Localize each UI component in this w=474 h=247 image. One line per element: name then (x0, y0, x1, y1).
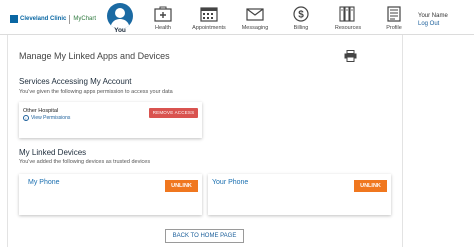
nav-you[interactable]: You (105, 3, 135, 35)
back-to-home-button[interactable]: BACK TO HOME PAGE (165, 229, 244, 243)
cleveland-clinic-logo-icon (10, 15, 18, 23)
service-name: Other Hospital (23, 108, 59, 114)
nav-appointments[interactable]: Appointments (187, 6, 231, 36)
health-icon (154, 6, 172, 22)
unlink-button[interactable]: UNLINK (165, 180, 198, 192)
profile-icon (387, 6, 401, 22)
calendar-icon (200, 7, 218, 22)
view-permissions-label: View Permissions (31, 115, 71, 121)
nav-messaging[interactable]: Messaging (233, 6, 277, 36)
devices-section-title: My Linked Devices (19, 148, 87, 157)
device-card-your-phone: Your Phone UNLINK (208, 174, 391, 215)
svg-text:$: $ (298, 10, 304, 21)
nav-messaging-label: Messaging (241, 25, 269, 31)
books-icon (339, 6, 355, 22)
printer-icon (344, 50, 357, 62)
device-name: Your Phone (212, 179, 249, 186)
logo-brand-text: Cleveland Clinic (20, 16, 67, 22)
nav-health[interactable]: Health (141, 6, 185, 36)
page-left-border (7, 35, 8, 247)
dollar-icon: $ (293, 6, 309, 22)
service-card: Other Hospital i View Permissions REMOVE… (19, 102, 202, 138)
nav-health-label: Health (155, 25, 171, 31)
print-button[interactable] (344, 49, 357, 67)
services-section-title: Services Accessing My Account (19, 77, 132, 86)
nav-you-label: You (114, 27, 126, 34)
user-menu: Your Name Log Out (418, 12, 448, 28)
top-navigation-bar: Cleveland Clinic MyChart You Health Appo… (0, 0, 474, 34)
envelope-icon (246, 8, 264, 21)
nav-resources[interactable]: Resources (326, 6, 370, 36)
logo-divider (69, 14, 71, 24)
logo-product-text: MyChart (73, 16, 97, 22)
remove-access-button[interactable]: REMOVE ACCESS (149, 108, 198, 118)
nav-appointments-label: Appointments (192, 25, 226, 31)
page-right-border (402, 35, 403, 247)
device-name: My Phone (28, 179, 60, 186)
device-card-my-phone: My Phone UNLINK (19, 174, 202, 215)
unlink-button[interactable]: UNLINK (354, 180, 387, 192)
nav-profile-label: Profile (386, 25, 402, 31)
avatar (107, 3, 133, 29)
services-section-subtitle: You've given the following apps permissi… (19, 89, 173, 95)
page-title: Manage My Linked Apps and Devices (19, 51, 170, 61)
devices-section-subtitle: You've added the following devices as tr… (19, 159, 151, 165)
nav-billing-label: Billing (293, 25, 309, 31)
nav-resources-label: Resources (334, 25, 362, 31)
logout-link[interactable]: Log Out (418, 20, 448, 28)
nav-billing[interactable]: $ Billing (279, 6, 323, 36)
mychart-logo[interactable]: Cleveland Clinic MyChart (10, 13, 96, 25)
info-icon: i (23, 115, 29, 121)
view-permissions-link[interactable]: i View Permissions (23, 115, 70, 121)
user-name: Your Name (418, 13, 448, 19)
user-silhouette-icon (110, 8, 130, 29)
nav-profile[interactable]: Profile (372, 6, 416, 36)
